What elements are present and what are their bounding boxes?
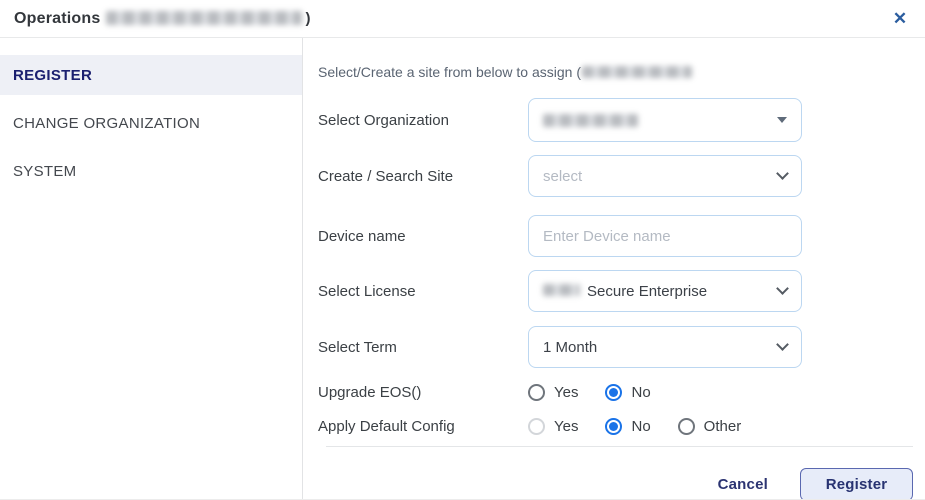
redacted-license-prefix	[543, 284, 580, 296]
select-license-label: Select License	[318, 283, 528, 300]
row-select-license: Select License Secure Enterprise	[318, 270, 913, 312]
radio-icon[interactable]	[528, 384, 545, 401]
sidebar-item-system[interactable]: SYSTEM	[0, 151, 302, 191]
select-license-dropdown[interactable]: Secure Enterprise	[528, 270, 802, 312]
term-value: 1 Month	[543, 339, 597, 356]
dialog-title-paren: )	[305, 10, 310, 27]
site-placeholder: select	[543, 168, 582, 185]
sidebar-item-register[interactable]: REGISTER	[0, 55, 302, 95]
create-search-site-label: Create / Search Site	[318, 168, 528, 185]
radio-icon[interactable]	[528, 418, 545, 435]
chevron-down-icon	[776, 282, 789, 295]
select-term-dropdown[interactable]: 1 Month	[528, 326, 802, 368]
row-apply-default-config: Apply Default Config Yes No Other	[318, 414, 913, 438]
intro-text: Select/Create a site from below to assig…	[318, 64, 913, 80]
select-term-label: Select Term	[318, 339, 528, 356]
upgrade-eos-radio-group: Yes No	[528, 384, 678, 401]
apply-config-no-option[interactable]: No	[605, 418, 650, 435]
sidebar-item-label: CHANGE ORGANIZATION	[13, 115, 200, 132]
create-search-site-dropdown[interactable]: select	[528, 155, 802, 197]
sidebar: REGISTER CHANGE ORGANIZATION SYSTEM	[0, 38, 303, 500]
redacted-organization-value	[543, 114, 638, 127]
select-organization-label: Select Organization	[318, 112, 528, 129]
operations-dialog: Operations ) ✕ REGISTER CHANGE ORGANIZAT…	[0, 0, 925, 500]
apply-config-other-option[interactable]: Other	[678, 418, 742, 435]
chevron-down-icon	[776, 167, 789, 180]
chevron-down-icon	[776, 338, 789, 351]
dialog-footer: Cancel Register	[318, 468, 913, 500]
row-create-search-site: Create / Search Site select	[318, 155, 913, 197]
register-panel: Select/Create a site from below to assig…	[303, 38, 925, 500]
upgrade-eos-label: Upgrade EOS()	[318, 384, 528, 401]
sidebar-item-label: REGISTER	[13, 67, 92, 84]
radio-icon[interactable]	[605, 384, 622, 401]
dialog-body: REGISTER CHANGE ORGANIZATION SYSTEM Sele…	[0, 38, 925, 500]
apply-config-yes-option[interactable]: Yes	[528, 418, 578, 435]
select-organization-dropdown[interactable]	[528, 98, 802, 142]
footer-divider	[326, 446, 913, 447]
row-select-term: Select Term 1 Month	[318, 326, 913, 368]
cancel-button[interactable]: Cancel	[718, 476, 768, 493]
dialog-header: Operations ) ✕	[0, 0, 925, 38]
row-upgrade-eos: Upgrade EOS() Yes No	[318, 380, 913, 404]
upgrade-eos-no-option[interactable]: No	[605, 384, 650, 401]
register-button[interactable]: Register	[800, 468, 913, 500]
radio-icon[interactable]	[605, 418, 622, 435]
sidebar-item-change-organization[interactable]: CHANGE ORGANIZATION	[0, 103, 302, 143]
device-name-label: Device name	[318, 228, 528, 245]
apply-default-config-label: Apply Default Config	[318, 418, 528, 435]
row-device-name: Device name	[318, 215, 913, 257]
redacted-serial	[106, 11, 302, 25]
dialog-title: Operations	[14, 10, 100, 28]
row-select-organization: Select Organization	[318, 98, 913, 142]
redacted-serial-inline	[582, 66, 692, 78]
device-name-input[interactable]	[528, 215, 802, 257]
radio-icon[interactable]	[678, 418, 695, 435]
sidebar-item-label: SYSTEM	[13, 163, 76, 180]
upgrade-eos-yes-option[interactable]: Yes	[528, 384, 578, 401]
close-icon[interactable]: ✕	[887, 6, 913, 32]
license-value: Secure Enterprise	[587, 283, 707, 300]
apply-default-config-radio-group: Yes No Other	[528, 418, 768, 435]
caret-down-icon	[777, 117, 787, 123]
